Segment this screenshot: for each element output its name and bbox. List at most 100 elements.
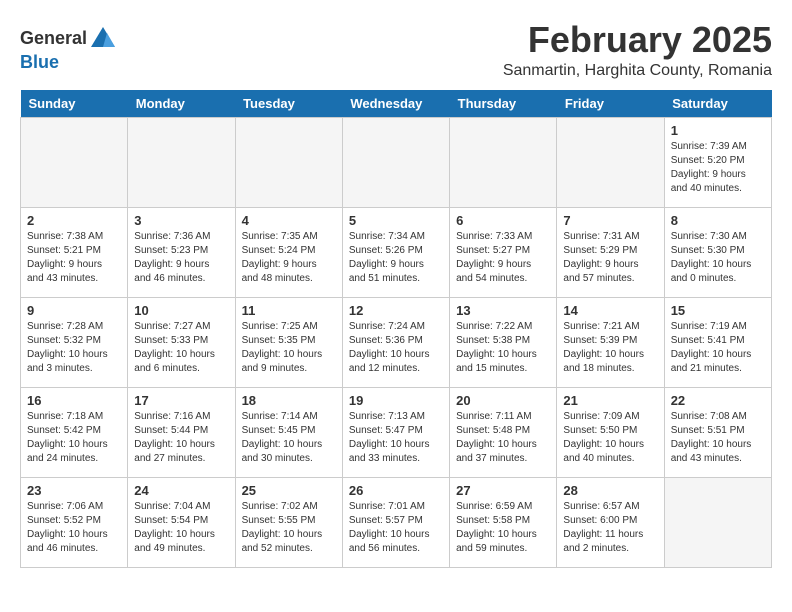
day-number: 25 (242, 483, 336, 498)
calendar-week-1: 1 Sunrise: 7:39 AM Sunset: 5:20 PM Daylig… (21, 117, 772, 207)
day-info: Sunrise: 7:38 AM Sunset: 5:21 PM Dayligh… (27, 230, 121, 286)
day-info: Sunrise: 7:28 AM Sunset: 5:32 PM Dayligh… (27, 320, 121, 376)
calendar-week-5: 23Sunrise: 7:06 AM Sunset: 5:52 PM Dayli… (21, 477, 772, 567)
calendar-cell: 23Sunrise: 7:06 AM Sunset: 5:52 PM Dayli… (21, 477, 128, 567)
calendar-cell: 17 Sunrise: 7:16 AM Sunset: 5:44 PM Dayli… (128, 387, 235, 477)
day-info: Sunrise: 7:21 AM Sunset: 5:39 PM Dayligh… (563, 320, 657, 376)
calendar-cell (128, 117, 235, 207)
logo: General Blue (20, 25, 117, 73)
calendar-cell: 22 Sunrise: 7:08 AM Sunset: 5:51 PM Dayli… (664, 387, 771, 477)
calendar-cell: 28 Sunrise: 6:57 AM Sunset: 6:00 PM Dayli… (557, 477, 664, 567)
calendar-cell: 20 Sunrise: 7:11 AM Sunset: 5:48 PM Dayli… (450, 387, 557, 477)
day-info: Sunrise: 7:02 AM Sunset: 5:55 PM Dayligh… (242, 500, 336, 556)
calendar-cell: 4 Sunrise: 7:35 AM Sunset: 5:24 PM Daylig… (235, 207, 342, 297)
logo-icon (89, 25, 117, 53)
calendar-cell: 6 Sunrise: 7:33 AM Sunset: 5:27 PM Daylig… (450, 207, 557, 297)
calendar-cell: 18 Sunrise: 7:14 AM Sunset: 5:45 PM Dayli… (235, 387, 342, 477)
calendar-cell: 21 Sunrise: 7:09 AM Sunset: 5:50 PM Dayli… (557, 387, 664, 477)
day-info: Sunrise: 7:01 AM Sunset: 5:57 PM Dayligh… (349, 500, 443, 556)
day-number: 27 (456, 483, 550, 498)
day-number: 11 (242, 303, 336, 318)
day-info: Sunrise: 7:24 AM Sunset: 5:36 PM Dayligh… (349, 320, 443, 376)
calendar-cell (235, 117, 342, 207)
calendar-table: SundayMondayTuesdayWednesdayThursdayFrid… (20, 90, 772, 568)
calendar-cell: 12 Sunrise: 7:24 AM Sunset: 5:36 PM Dayli… (342, 297, 449, 387)
day-info: Sunrise: 7:06 AM Sunset: 5:52 PM Dayligh… (27, 500, 121, 556)
day-number: 14 (563, 303, 657, 318)
calendar-cell (342, 117, 449, 207)
calendar-cell: 10 Sunrise: 7:27 AM Sunset: 5:33 PM Dayli… (128, 297, 235, 387)
calendar-cell: 3 Sunrise: 7:36 AM Sunset: 5:23 PM Daylig… (128, 207, 235, 297)
calendar-week-3: 9 Sunrise: 7:28 AM Sunset: 5:32 PM Daylig… (21, 297, 772, 387)
day-number: 3 (134, 213, 228, 228)
day-info: Sunrise: 7:39 AM Sunset: 5:20 PM Dayligh… (671, 140, 765, 196)
calendar-cell: 1 Sunrise: 7:39 AM Sunset: 5:20 PM Daylig… (664, 117, 771, 207)
weekday-header-monday: Monday (128, 90, 235, 118)
day-info: Sunrise: 7:11 AM Sunset: 5:48 PM Dayligh… (456, 410, 550, 466)
calendar-cell (664, 477, 771, 567)
calendar-week-2: 2 Sunrise: 7:38 AM Sunset: 5:21 PM Daylig… (21, 207, 772, 297)
day-number: 8 (671, 213, 765, 228)
calendar-cell: 11Sunrise: 7:25 AM Sunset: 5:35 PM Dayli… (235, 297, 342, 387)
calendar-cell: 2 Sunrise: 7:38 AM Sunset: 5:21 PM Daylig… (21, 207, 128, 297)
title-section: February 2025 Sanmartin, Harghita County… (503, 20, 772, 80)
day-number: 13 (456, 303, 550, 318)
day-info: Sunrise: 7:30 AM Sunset: 5:30 PM Dayligh… (671, 230, 765, 286)
calendar-cell: 14 Sunrise: 7:21 AM Sunset: 5:39 PM Dayli… (557, 297, 664, 387)
day-number: 21 (563, 393, 657, 408)
day-number: 7 (563, 213, 657, 228)
day-number: 24 (134, 483, 228, 498)
day-number: 28 (563, 483, 657, 498)
calendar-cell: 13 Sunrise: 7:22 AM Sunset: 5:38 PM Dayli… (450, 297, 557, 387)
calendar-cell: 16 Sunrise: 7:18 AM Sunset: 5:42 PM Dayli… (21, 387, 128, 477)
calendar-cell: 26Sunrise: 7:01 AM Sunset: 5:57 PM Dayli… (342, 477, 449, 567)
day-info: Sunrise: 7:14 AM Sunset: 5:45 PM Dayligh… (242, 410, 336, 466)
day-number: 4 (242, 213, 336, 228)
day-number: 1 (671, 123, 765, 138)
logo-general-text: General (20, 29, 87, 49)
calendar-cell: 8 Sunrise: 7:30 AM Sunset: 5:30 PM Daylig… (664, 207, 771, 297)
calendar-week-4: 16 Sunrise: 7:18 AM Sunset: 5:42 PM Dayli… (21, 387, 772, 477)
day-info: Sunrise: 7:33 AM Sunset: 5:27 PM Dayligh… (456, 230, 550, 286)
day-number: 5 (349, 213, 443, 228)
day-number: 12 (349, 303, 443, 318)
page-header: General Blue February 2025 Sanmartin, Ha… (20, 20, 772, 80)
day-info: Sunrise: 6:57 AM Sunset: 6:00 PM Dayligh… (563, 500, 657, 556)
day-info: Sunrise: 7:27 AM Sunset: 5:33 PM Dayligh… (134, 320, 228, 376)
day-info: Sunrise: 7:22 AM Sunset: 5:38 PM Dayligh… (456, 320, 550, 376)
day-info: Sunrise: 7:19 AM Sunset: 5:41 PM Dayligh… (671, 320, 765, 376)
day-number: 9 (27, 303, 121, 318)
day-number: 6 (456, 213, 550, 228)
day-info: Sunrise: 6:59 AM Sunset: 5:58 PM Dayligh… (456, 500, 550, 556)
day-info: Sunrise: 7:34 AM Sunset: 5:26 PM Dayligh… (349, 230, 443, 286)
weekday-header-saturday: Saturday (664, 90, 771, 118)
day-number: 10 (134, 303, 228, 318)
calendar-cell (557, 117, 664, 207)
weekday-header-tuesday: Tuesday (235, 90, 342, 118)
calendar-cell: 25 Sunrise: 7:02 AM Sunset: 5:55 PM Dayli… (235, 477, 342, 567)
day-info: Sunrise: 7:04 AM Sunset: 5:54 PM Dayligh… (134, 500, 228, 556)
day-info: Sunrise: 7:08 AM Sunset: 5:51 PM Dayligh… (671, 410, 765, 466)
day-number: 22 (671, 393, 765, 408)
weekday-header-row: SundayMondayTuesdayWednesdayThursdayFrid… (21, 90, 772, 118)
day-info: Sunrise: 7:18 AM Sunset: 5:42 PM Dayligh… (27, 410, 121, 466)
day-info: Sunrise: 7:35 AM Sunset: 5:24 PM Dayligh… (242, 230, 336, 286)
calendar-cell: 15Sunrise: 7:19 AM Sunset: 5:41 PM Dayli… (664, 297, 771, 387)
day-info: Sunrise: 7:36 AM Sunset: 5:23 PM Dayligh… (134, 230, 228, 286)
location-subtitle: Sanmartin, Harghita County, Romania (503, 62, 772, 80)
calendar-cell: 19 Sunrise: 7:13 AM Sunset: 5:47 PM Dayli… (342, 387, 449, 477)
day-info: Sunrise: 7:13 AM Sunset: 5:47 PM Dayligh… (349, 410, 443, 466)
day-info: Sunrise: 7:09 AM Sunset: 5:50 PM Dayligh… (563, 410, 657, 466)
weekday-header-thursday: Thursday (450, 90, 557, 118)
calendar-cell: 24 Sunrise: 7:04 AM Sunset: 5:54 PM Dayli… (128, 477, 235, 567)
day-number: 16 (27, 393, 121, 408)
day-number: 20 (456, 393, 550, 408)
day-number: 19 (349, 393, 443, 408)
month-year-title: February 2025 (503, 20, 772, 60)
day-number: 2 (27, 213, 121, 228)
calendar-cell: 7Sunrise: 7:31 AM Sunset: 5:29 PM Daylig… (557, 207, 664, 297)
day-number: 18 (242, 393, 336, 408)
calendar-cell (450, 117, 557, 207)
day-info: Sunrise: 7:16 AM Sunset: 5:44 PM Dayligh… (134, 410, 228, 466)
day-number: 17 (134, 393, 228, 408)
